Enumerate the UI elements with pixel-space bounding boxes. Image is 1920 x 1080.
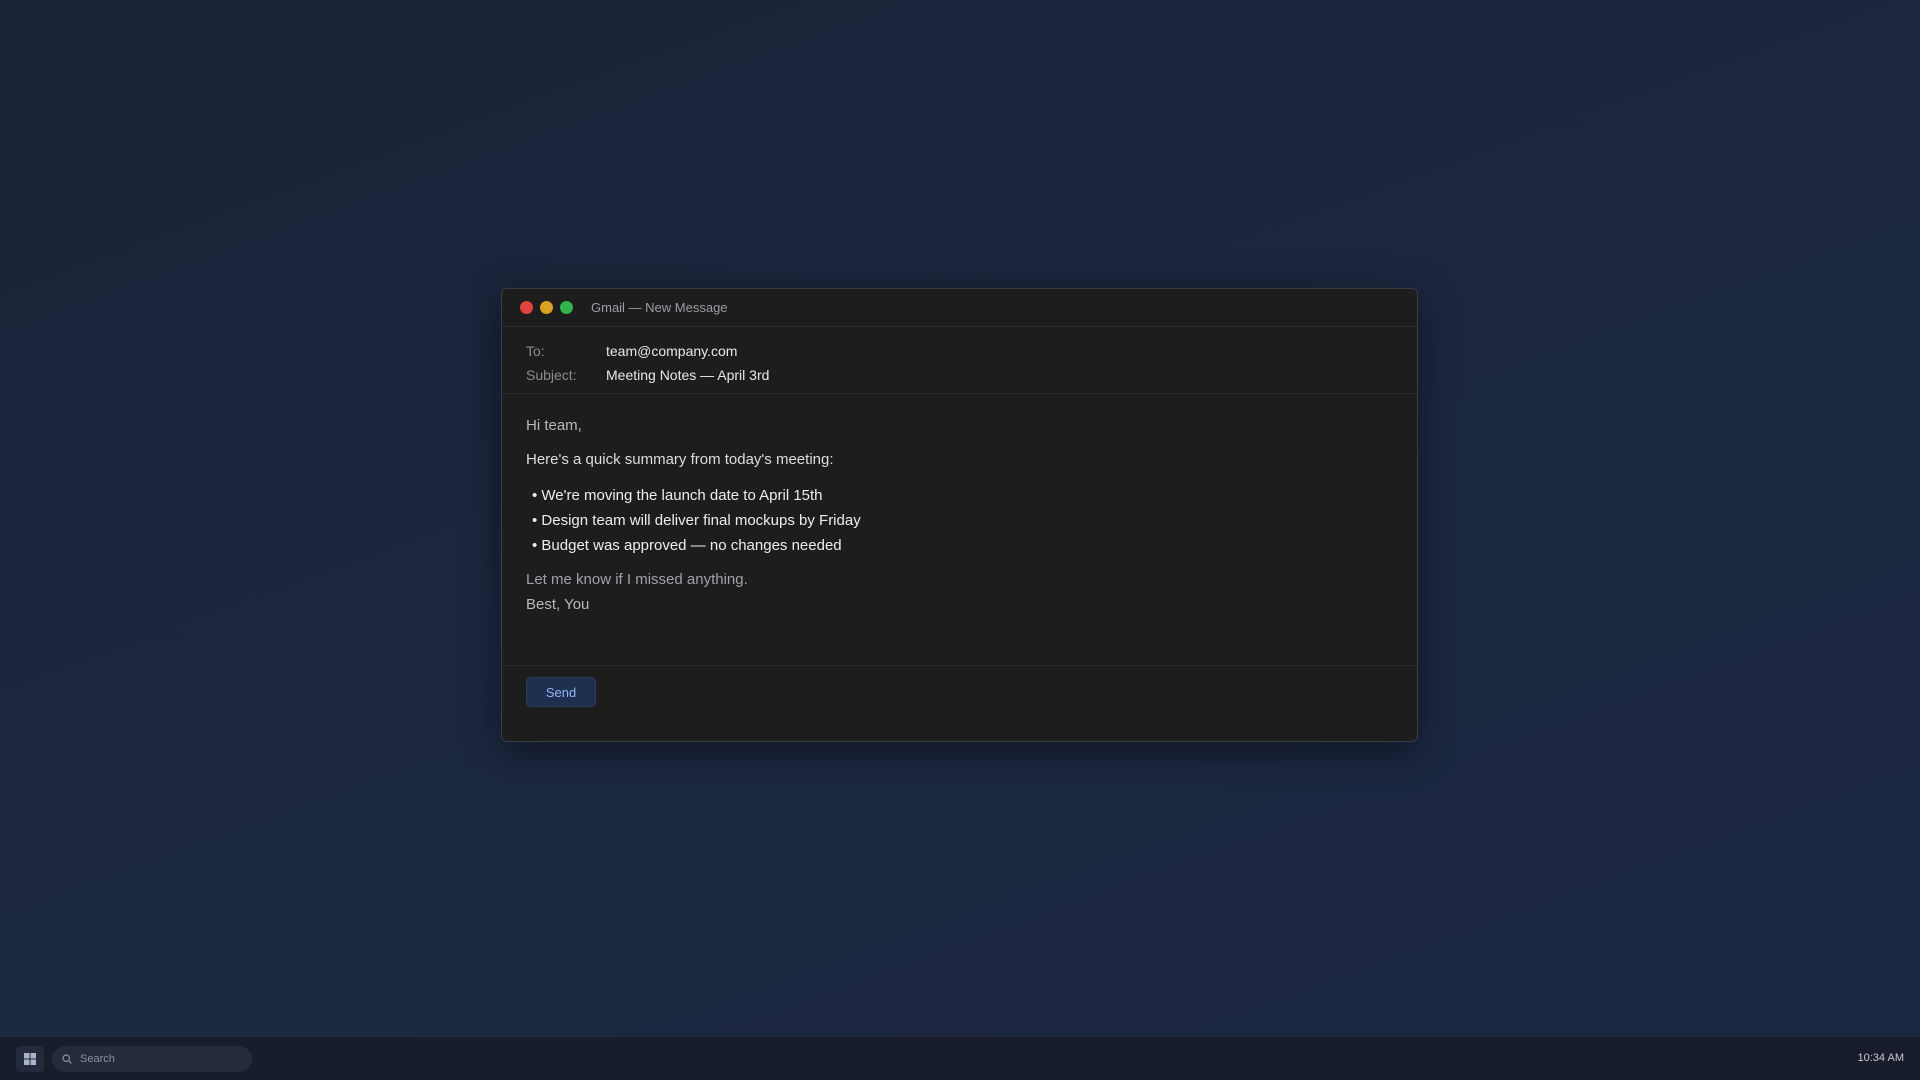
taskbar: 10:34 AM xyxy=(0,1036,1920,1080)
minimize-window-button[interactable] xyxy=(540,301,553,314)
subject-label: Subject: xyxy=(526,367,577,383)
search-icon xyxy=(62,1054,72,1064)
subject-field[interactable]: Meeting Notes — April 3rd xyxy=(606,367,769,383)
to-label: To: xyxy=(526,343,545,359)
body-greeting: Hi team, xyxy=(526,417,582,434)
windows-grid-icon xyxy=(24,1053,36,1065)
bullet-item: • We're moving the launch date to April … xyxy=(532,487,823,504)
start-button[interactable] xyxy=(16,1046,44,1072)
window-title: Gmail — New Message xyxy=(591,300,728,315)
search-input[interactable] xyxy=(78,1052,242,1066)
compose-headers: To: team@company.com Subject: Meeting No… xyxy=(502,327,1417,394)
to-row: To: team@company.com xyxy=(526,339,1393,363)
to-field[interactable]: team@company.com xyxy=(606,343,737,359)
body-outro: Let me know if I missed anything. xyxy=(526,571,748,588)
send-button[interactable]: Send xyxy=(526,677,596,707)
taskbar-search[interactable] xyxy=(52,1046,252,1072)
title-bar[interactable]: Gmail — New Message xyxy=(502,289,1417,327)
maximize-window-button[interactable] xyxy=(560,301,573,314)
desktop: Gmail — New Message To: team@company.com… xyxy=(0,0,1920,1036)
bullet-item: • Budget was approved — no changes neede… xyxy=(532,537,842,554)
message-body[interactable]: Hi team, Here's a quick summary from tod… xyxy=(502,394,1417,666)
body-intro: Here's a quick summary from today's meet… xyxy=(526,451,834,468)
subject-row: Subject: Meeting Notes — April 3rd xyxy=(526,363,1393,387)
compose-window: Gmail — New Message To: team@company.com… xyxy=(501,288,1418,742)
taskbar-clock: 10:34 AM xyxy=(1857,1052,1904,1064)
bullet-list: • We're moving the launch date to April … xyxy=(526,483,1393,558)
close-window-button[interactable] xyxy=(520,301,533,314)
bullet-item: • Design team will deliver final mockups… xyxy=(532,512,861,529)
compose-footer: Send xyxy=(502,666,1417,718)
body-signoff: Best, You xyxy=(526,596,590,613)
